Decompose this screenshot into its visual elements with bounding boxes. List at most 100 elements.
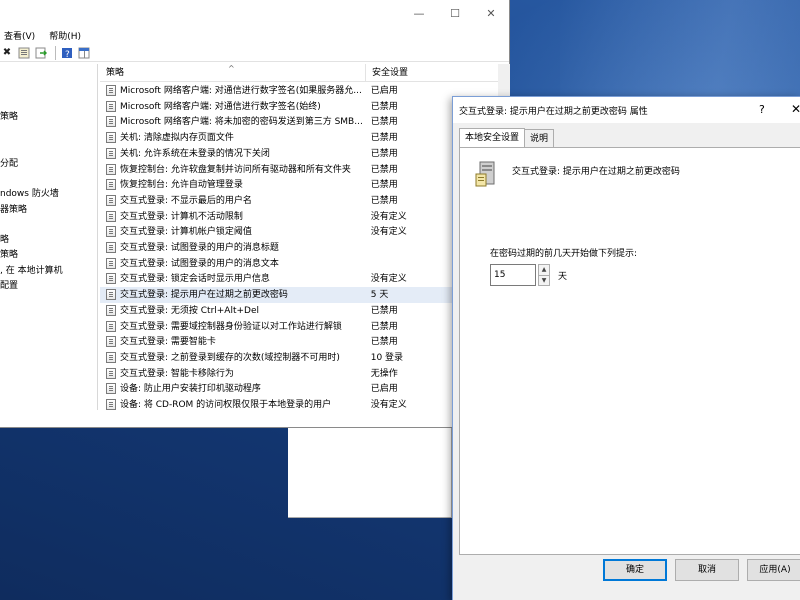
table-row[interactable]: 设备: 防止用户安装打印机驱动程序 已启用 bbox=[100, 381, 498, 397]
apply-button[interactable]: 应用(A) bbox=[747, 559, 800, 581]
policy-cell: 恢复控制台: 允许自动管理登录 bbox=[120, 180, 243, 191]
policy-cell: 设备: 将 CD-ROM 的访问权限仅限于本地登录的用户 bbox=[120, 400, 332, 410]
policy-cell: 关机: 允许系统在未登录的情况下关闭 bbox=[120, 148, 270, 159]
table-row[interactable]: 交互式登录: 需要智能卡 已禁用 bbox=[100, 334, 498, 350]
dialog-title-bar[interactable]: 交互式登录: 提示用户在过期之前更改密码 属性 ? ✕ bbox=[453, 97, 800, 123]
spin-up-icon[interactable]: ▲ bbox=[539, 265, 549, 275]
policy-icon bbox=[106, 210, 116, 222]
table-row[interactable]: 交互式登录: 锁定会话时显示用户信息 没有定义 bbox=[100, 271, 498, 287]
menu-help[interactable]: 帮助(H) bbox=[49, 29, 81, 42]
table-row[interactable]: 恢复控制台: 允许自动管理登录 已禁用 bbox=[100, 177, 498, 193]
background-window[interactable] bbox=[288, 428, 452, 518]
server-policy-icon bbox=[475, 161, 495, 187]
policy-icon bbox=[106, 383, 116, 395]
ok-button[interactable]: 确定 bbox=[603, 559, 667, 581]
help-button[interactable]: ? bbox=[759, 103, 765, 116]
policy-cell: Microsoft 网络客户端: 将未加密的密码发送到第三方 SMB... bbox=[120, 117, 363, 128]
tree-item[interactable]: 器策略 bbox=[0, 203, 27, 217]
close-button[interactable]: ✕ bbox=[791, 102, 800, 116]
table-row[interactable]: 交互式登录: 试图登录的用户的消息文本 bbox=[100, 256, 498, 272]
table-row[interactable]: 交互式登录: 无须按 Ctrl+Alt+Del 已禁用 bbox=[100, 303, 498, 319]
policy-icon bbox=[106, 179, 116, 191]
policy-icon bbox=[106, 289, 116, 301]
policy-list: ^ 策略 安全设置 Microsoft 网络客户端: 对通信进行数字签名(如果服… bbox=[100, 64, 498, 410]
policy-cell: 交互式登录: 需要智能卡 bbox=[120, 337, 216, 348]
policy-icon bbox=[106, 116, 116, 128]
table-row[interactable]: Microsoft 网络客户端: 对通信进行数字签名(始终) 已禁用 bbox=[100, 99, 498, 115]
title-bar[interactable]: — ☐ ✕ bbox=[0, 0, 509, 26]
policy-cell: 设备: 防止用户安装打印机驱动程序 bbox=[120, 384, 261, 395]
help-icon[interactable]: ? bbox=[60, 46, 74, 60]
table-row[interactable]: 交互式登录: 之前登录到缓存的次数(域控制器不可用时) 10 登录 bbox=[100, 350, 498, 366]
table-row[interactable]: 交互式登录: 试图登录的用户的消息标题 bbox=[100, 240, 498, 256]
list-header: ^ 策略 安全设置 bbox=[100, 64, 498, 82]
policy-cell: 关机: 清除虚拟内存页面文件 bbox=[120, 133, 234, 144]
table-row[interactable]: 交互式登录: 不显示最后的用户名 已禁用 bbox=[100, 193, 498, 209]
policy-icon bbox=[106, 147, 116, 159]
days-input[interactable] bbox=[490, 264, 536, 286]
properties-icon[interactable] bbox=[17, 46, 31, 60]
policy-icon bbox=[106, 132, 116, 144]
prompt-days-label: 在密码过期的前几天开始做下列提示: bbox=[490, 249, 638, 259]
tree-item[interactable]: , 在 本地计算机 bbox=[0, 264, 63, 278]
tree-item[interactable]: 配置 bbox=[0, 279, 18, 293]
policy-cell: 交互式登录: 需要域控制器身份验证以对工作站进行解锁 bbox=[120, 321, 342, 332]
policy-icon bbox=[106, 194, 116, 206]
policy-properties-dialog: 交互式登录: 提示用户在过期之前更改密码 属性 ? ✕ 本地安全设置 说明 交互… bbox=[452, 96, 800, 600]
menu-bar: 查看(V) 帮助(H) bbox=[0, 26, 509, 44]
delete-icon[interactable]: ✖ bbox=[0, 46, 14, 60]
table-row[interactable]: 恢复控制台: 允许软盘复制并访问所有驱动器和所有文件夹 已禁用 bbox=[100, 162, 498, 178]
policy-icon bbox=[106, 320, 116, 332]
policy-icon bbox=[106, 85, 116, 96]
table-row[interactable]: 关机: 允许系统在未登录的情况下关闭 已禁用 bbox=[100, 146, 498, 162]
policy-cell: Microsoft 网络客户端: 对通信进行数字签名(始终) bbox=[120, 101, 321, 112]
days-unit-label: 天 bbox=[558, 272, 568, 282]
table-row[interactable]: Microsoft 网络客户端: 将未加密的密码发送到第三方 SMB... 已禁用 bbox=[100, 114, 498, 130]
show-hide-pane-icon[interactable] bbox=[77, 46, 91, 60]
svg-text:?: ? bbox=[65, 50, 70, 59]
tree-item[interactable]: 分配 bbox=[0, 157, 18, 171]
tree-item[interactable]: 策略 bbox=[0, 248, 18, 262]
table-row[interactable]: 交互式登录: 提示用户在过期之前更改密码 5 天 bbox=[100, 287, 498, 304]
minimize-icon[interactable]: — bbox=[401, 0, 437, 26]
table-row[interactable]: Microsoft 网络客户端: 对通信进行数字签名(如果服务器允... 已启用 bbox=[100, 83, 498, 99]
policy-cell: 交互式登录: 计算机不活动限制 bbox=[120, 211, 243, 222]
toolbar: ✖ ? bbox=[0, 44, 509, 62]
policy-cell: 交互式登录: 不显示最后的用户名 bbox=[120, 195, 252, 206]
policy-cell: 交互式登录: 计算机帐户锁定阈值 bbox=[120, 227, 252, 238]
maximize-icon[interactable]: ☐ bbox=[437, 0, 473, 26]
policy-cell: 交互式登录: 智能卡移除行为 bbox=[120, 368, 234, 379]
policy-icon bbox=[106, 399, 116, 410]
sort-up-icon: ^ bbox=[228, 64, 235, 73]
close-icon[interactable]: ✕ bbox=[473, 0, 509, 26]
table-row[interactable]: 关机: 清除虚拟内存页面文件 已禁用 bbox=[100, 130, 498, 146]
days-spinner[interactable]: ▲ ▼ bbox=[538, 264, 550, 286]
column-header-setting[interactable]: 安全设置 bbox=[366, 64, 498, 82]
export-list-icon[interactable] bbox=[34, 46, 48, 60]
security-policy-window: — ☐ ✕ 查看(V) 帮助(H) ✖ ? 策略 分配 ndows 防火墙 器策… bbox=[0, 0, 510, 428]
tree-item[interactable]: ndows 防火墙 bbox=[0, 187, 59, 201]
table-row[interactable]: 交互式登录: 智能卡移除行为 无操作 bbox=[100, 366, 498, 382]
column-header-policy[interactable]: ^ 策略 bbox=[100, 64, 366, 82]
table-row[interactable]: 交互式登录: 需要域控制器身份验证以对工作站进行解锁 已禁用 bbox=[100, 319, 498, 335]
table-row[interactable]: 设备: 将 CD-ROM 的访问权限仅限于本地登录的用户 没有定义 bbox=[100, 397, 498, 410]
spin-down-icon[interactable]: ▼ bbox=[539, 275, 549, 285]
policy-icon bbox=[106, 367, 116, 379]
column-header-label: 策略 bbox=[106, 68, 125, 78]
tree-item[interactable]: 策略 bbox=[0, 110, 18, 124]
dialog-tabs: 本地安全设置 说明 bbox=[459, 128, 555, 148]
policy-cell: 交互式登录: 试图登录的用户的消息标题 bbox=[120, 243, 279, 253]
policy-cell: 恢复控制台: 允许软盘复制并访问所有驱动器和所有文件夹 bbox=[120, 164, 351, 175]
cancel-button[interactable]: 取消 bbox=[675, 559, 739, 581]
tab-local-security-setting[interactable]: 本地安全设置 bbox=[459, 128, 526, 148]
policy-cell: 交互式登录: 锁定会话时显示用户信息 bbox=[120, 274, 270, 285]
table-row[interactable]: 交互式登录: 计算机不活动限制 没有定义 bbox=[100, 209, 498, 225]
navigation-tree: 策略 分配 ndows 防火墙 器策略 略 策略 , 在 本地计算机 配置 bbox=[0, 64, 98, 410]
policy-cell: 交互式登录: 之前登录到缓存的次数(域控制器不可用时) bbox=[120, 352, 340, 363]
table-row[interactable]: 交互式登录: 计算机帐户锁定阈值 没有定义 bbox=[100, 224, 498, 240]
menu-view[interactable]: 查看(V) bbox=[4, 29, 35, 42]
tree-item[interactable]: 略 bbox=[0, 233, 9, 247]
tab-explain[interactable]: 说明 bbox=[524, 129, 555, 147]
policy-icon bbox=[106, 336, 116, 348]
dialog-title: 交互式登录: 提示用户在过期之前更改密码 属性 bbox=[459, 106, 648, 117]
